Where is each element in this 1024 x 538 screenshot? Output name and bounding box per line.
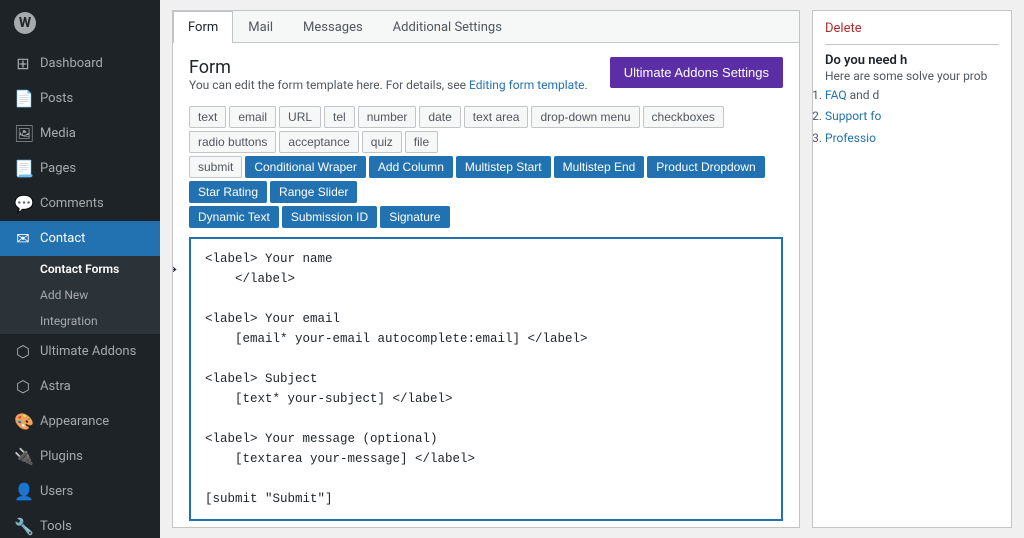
- tag-acceptance[interactable]: acceptance: [279, 131, 358, 153]
- tag-row-2: submit Conditional Wraper Add Column Mul…: [189, 156, 783, 203]
- form-subtitle: You can edit the form template here. For…: [189, 78, 588, 92]
- sidebar-item-tools[interactable]: 🔧 Tools: [0, 509, 160, 538]
- tag-number[interactable]: number: [358, 106, 417, 128]
- sidebar-item-label: Appearance: [40, 414, 109, 429]
- sidebar-item-ultimate-addons[interactable]: ⬡ Ultimate Addons: [0, 334, 160, 369]
- appearance-icon: 🎨: [14, 412, 32, 431]
- users-icon: 👤: [14, 482, 32, 501]
- tag-signature[interactable]: Signature: [380, 206, 449, 228]
- wp-logo: W: [0, 0, 160, 46]
- integration-label: Integration: [40, 314, 98, 328]
- tag-quiz[interactable]: quiz: [362, 131, 402, 153]
- tag-dynamic-text[interactable]: Dynamic Text: [189, 206, 279, 228]
- professional-link[interactable]: Professio: [825, 131, 876, 145]
- plugins-icon: 🔌: [14, 447, 32, 466]
- media-icon: 🖼: [14, 124, 32, 143]
- contact-forms-label: Contact Forms: [40, 262, 119, 276]
- tag-submit[interactable]: submit: [189, 156, 242, 178]
- sidebar-item-comments[interactable]: 💬 Comments: [0, 186, 160, 221]
- need-help-title: Do you need h: [825, 53, 999, 68]
- sidebar-item-label: Astra: [40, 379, 71, 394]
- tag-radio[interactable]: radio buttons: [189, 131, 276, 153]
- form-panel: Form Mail Messages Additional Settings F…: [172, 10, 800, 528]
- add-new-label: Add New: [40, 288, 88, 302]
- sidebar-item-label: Dashboard: [40, 56, 103, 71]
- tag-add-column[interactable]: Add Column: [369, 156, 453, 178]
- sidebar-item-contact-forms[interactable]: Contact Forms: [0, 256, 160, 282]
- form-title: Form: [189, 57, 588, 78]
- form-body: Form You can edit the form template here…: [173, 43, 799, 527]
- sidebar-item-posts[interactable]: 📄 Posts: [0, 81, 160, 116]
- form-title-area: Form You can edit the form template here…: [189, 57, 588, 100]
- sidebar-item-label: Comments: [40, 196, 104, 211]
- tag-row-1: text email URL tel number date text area…: [189, 106, 783, 153]
- tabs-bar: Form Mail Messages Additional Settings: [173, 11, 799, 43]
- tag-file[interactable]: file: [405, 131, 438, 153]
- need-help-section: Do you need h Here are some solve your p…: [825, 53, 999, 150]
- editing-form-template-link[interactable]: Editing form template: [469, 78, 584, 92]
- tag-tel[interactable]: tel: [324, 106, 355, 128]
- faq-link[interactable]: FAQ: [825, 88, 847, 102]
- tab-mail[interactable]: Mail: [233, 11, 288, 43]
- tab-additional-settings[interactable]: Additional Settings: [378, 11, 517, 43]
- pages-icon: 📃: [14, 159, 32, 178]
- ultimate-addons-icon: ⬡: [14, 342, 32, 361]
- tag-multistep-end[interactable]: Multistep End: [554, 156, 645, 178]
- tag-date[interactable]: date: [419, 106, 460, 128]
- tag-submission-id[interactable]: Submission ID: [282, 206, 377, 228]
- tag-textarea[interactable]: text area: [464, 106, 529, 128]
- sidebar-item-label: Media: [40, 126, 76, 141]
- astra-icon: ⬡: [14, 377, 32, 396]
- sidebar-item-label: Pages: [40, 161, 76, 176]
- tag-url[interactable]: URL: [279, 106, 321, 128]
- sidebar-item-appearance[interactable]: 🎨 Appearance: [0, 404, 160, 439]
- tab-form[interactable]: Form: [173, 11, 233, 43]
- contact-icon: ✉: [14, 229, 32, 248]
- sidebar-item-plugins[interactable]: 🔌 Plugins: [0, 439, 160, 474]
- tag-dropdown[interactable]: drop-down menu: [531, 106, 639, 128]
- sidebar-item-label: Posts: [40, 91, 73, 106]
- tag-conditional-wrapper[interactable]: Conditional Wraper: [245, 156, 366, 178]
- tab-messages[interactable]: Messages: [288, 11, 378, 43]
- comments-icon: 💬: [14, 194, 32, 213]
- wp-icon: W: [14, 12, 36, 34]
- contact-submenu: Contact Forms Add New Integration: [0, 256, 160, 334]
- tag-text[interactable]: text: [189, 106, 226, 128]
- dashboard-icon: ⊞: [14, 54, 32, 73]
- main-content: Form Mail Messages Additional Settings F…: [160, 0, 1024, 538]
- sidebar-item-dashboard[interactable]: ⊞ Dashboard: [0, 46, 160, 81]
- sidebar-item-label: Users: [40, 484, 73, 499]
- sidebar-item-astra[interactable]: ⬡ Astra: [0, 369, 160, 404]
- tag-checkboxes[interactable]: checkboxes: [643, 106, 724, 128]
- support-link[interactable]: Support fo: [825, 109, 881, 123]
- sidebar-item-media[interactable]: 🖼 Media: [0, 116, 160, 151]
- tag-row-3: Dynamic Text Submission ID Signature: [189, 206, 783, 228]
- sidebar-item-contact[interactable]: ✉ Contact: [0, 221, 160, 256]
- sidebar: W ⊞ Dashboard 📄 Posts 🖼 Media 📃 Pages 💬 …: [0, 0, 160, 538]
- tag-star-rating[interactable]: Star Rating: [189, 181, 267, 203]
- help-list: FAQ and d Support fo Professio: [825, 85, 999, 150]
- code-editor[interactable]: <label> Your name </label> <label> Your …: [189, 237, 783, 521]
- sidebar-item-label: Contact: [40, 231, 85, 246]
- tag-range-slider[interactable]: Range Slider: [270, 181, 357, 203]
- delete-link[interactable]: Delete: [825, 21, 999, 45]
- form-header: Form You can edit the form template here…: [189, 57, 783, 100]
- sidebar-item-integration[interactable]: Integration: [0, 308, 160, 334]
- sidebar-item-label: Ultimate Addons: [40, 344, 136, 359]
- right-panel: Delete Do you need h Here are some solve…: [812, 10, 1012, 528]
- posts-icon: 📄: [14, 89, 32, 108]
- tools-icon: 🔧: [14, 517, 32, 536]
- tag-product-dropdown[interactable]: Product Dropdown: [647, 156, 764, 178]
- sidebar-item-users[interactable]: 👤 Users: [0, 474, 160, 509]
- tag-email[interactable]: email: [229, 106, 276, 128]
- sidebar-item-add-new[interactable]: Add New: [0, 282, 160, 308]
- need-help-desc: Here are some solve your prob: [825, 68, 999, 85]
- sidebar-item-label: Tools: [40, 519, 72, 534]
- content-wrap: Form Mail Messages Additional Settings F…: [160, 0, 1024, 538]
- sidebar-item-label: Plugins: [40, 449, 83, 464]
- tag-rows-container: text email URL tel number date text area…: [189, 106, 783, 231]
- sidebar-item-pages[interactable]: 📃 Pages: [0, 151, 160, 186]
- tag-multistep-start[interactable]: Multistep Start: [456, 156, 551, 178]
- ultimate-addons-settings-button[interactable]: Ultimate Addons Settings: [610, 57, 783, 88]
